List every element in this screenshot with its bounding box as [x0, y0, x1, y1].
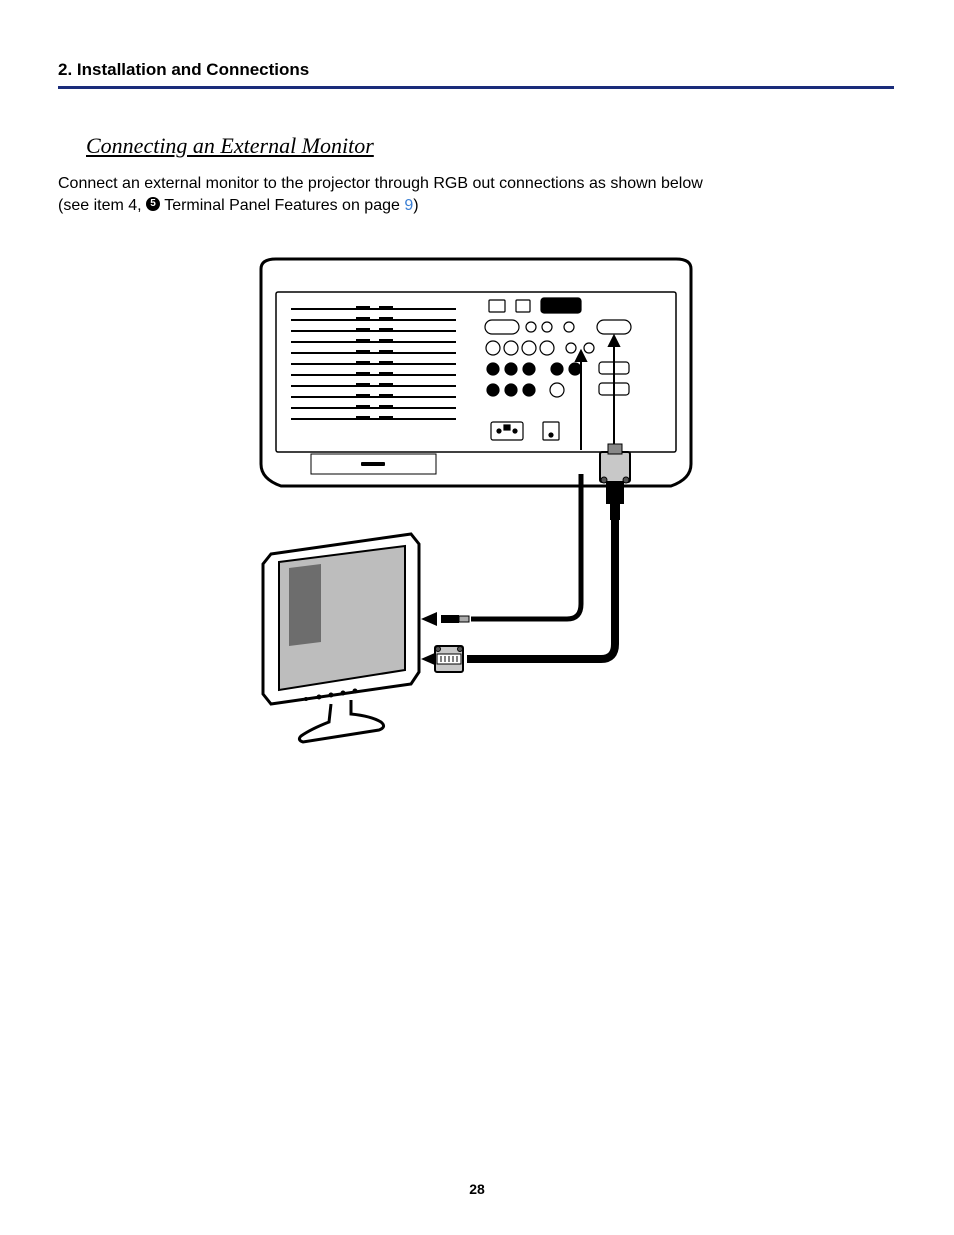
audio-plug: [441, 615, 469, 623]
header-rule: [58, 86, 894, 89]
vga-plug-monitor-side: [435, 646, 463, 672]
page-number: 28: [0, 1181, 954, 1197]
body-paragraph: Connect an external monitor to the proje…: [58, 173, 894, 216]
para-line2a: (see item 4,: [58, 197, 146, 214]
vga-cable-connector: [600, 444, 630, 520]
audio-cable: [471, 474, 581, 619]
external-lcd-monitor: [263, 534, 419, 742]
diagram-svg: [241, 254, 711, 764]
numbered-circle-icon: 5: [146, 197, 160, 211]
vga-cable: [467, 520, 615, 659]
para-line2c: ): [413, 197, 418, 214]
connection-diagram: [58, 254, 894, 769]
para-line1: Connect an external monitor to the proje…: [58, 175, 703, 192]
para-line2b: Terminal Panel Features on page: [160, 197, 404, 214]
page-link[interactable]: 9: [404, 197, 413, 214]
subheading: Connecting an External Monitor: [86, 133, 894, 159]
section-header: 2. Installation and Connections: [58, 60, 894, 80]
